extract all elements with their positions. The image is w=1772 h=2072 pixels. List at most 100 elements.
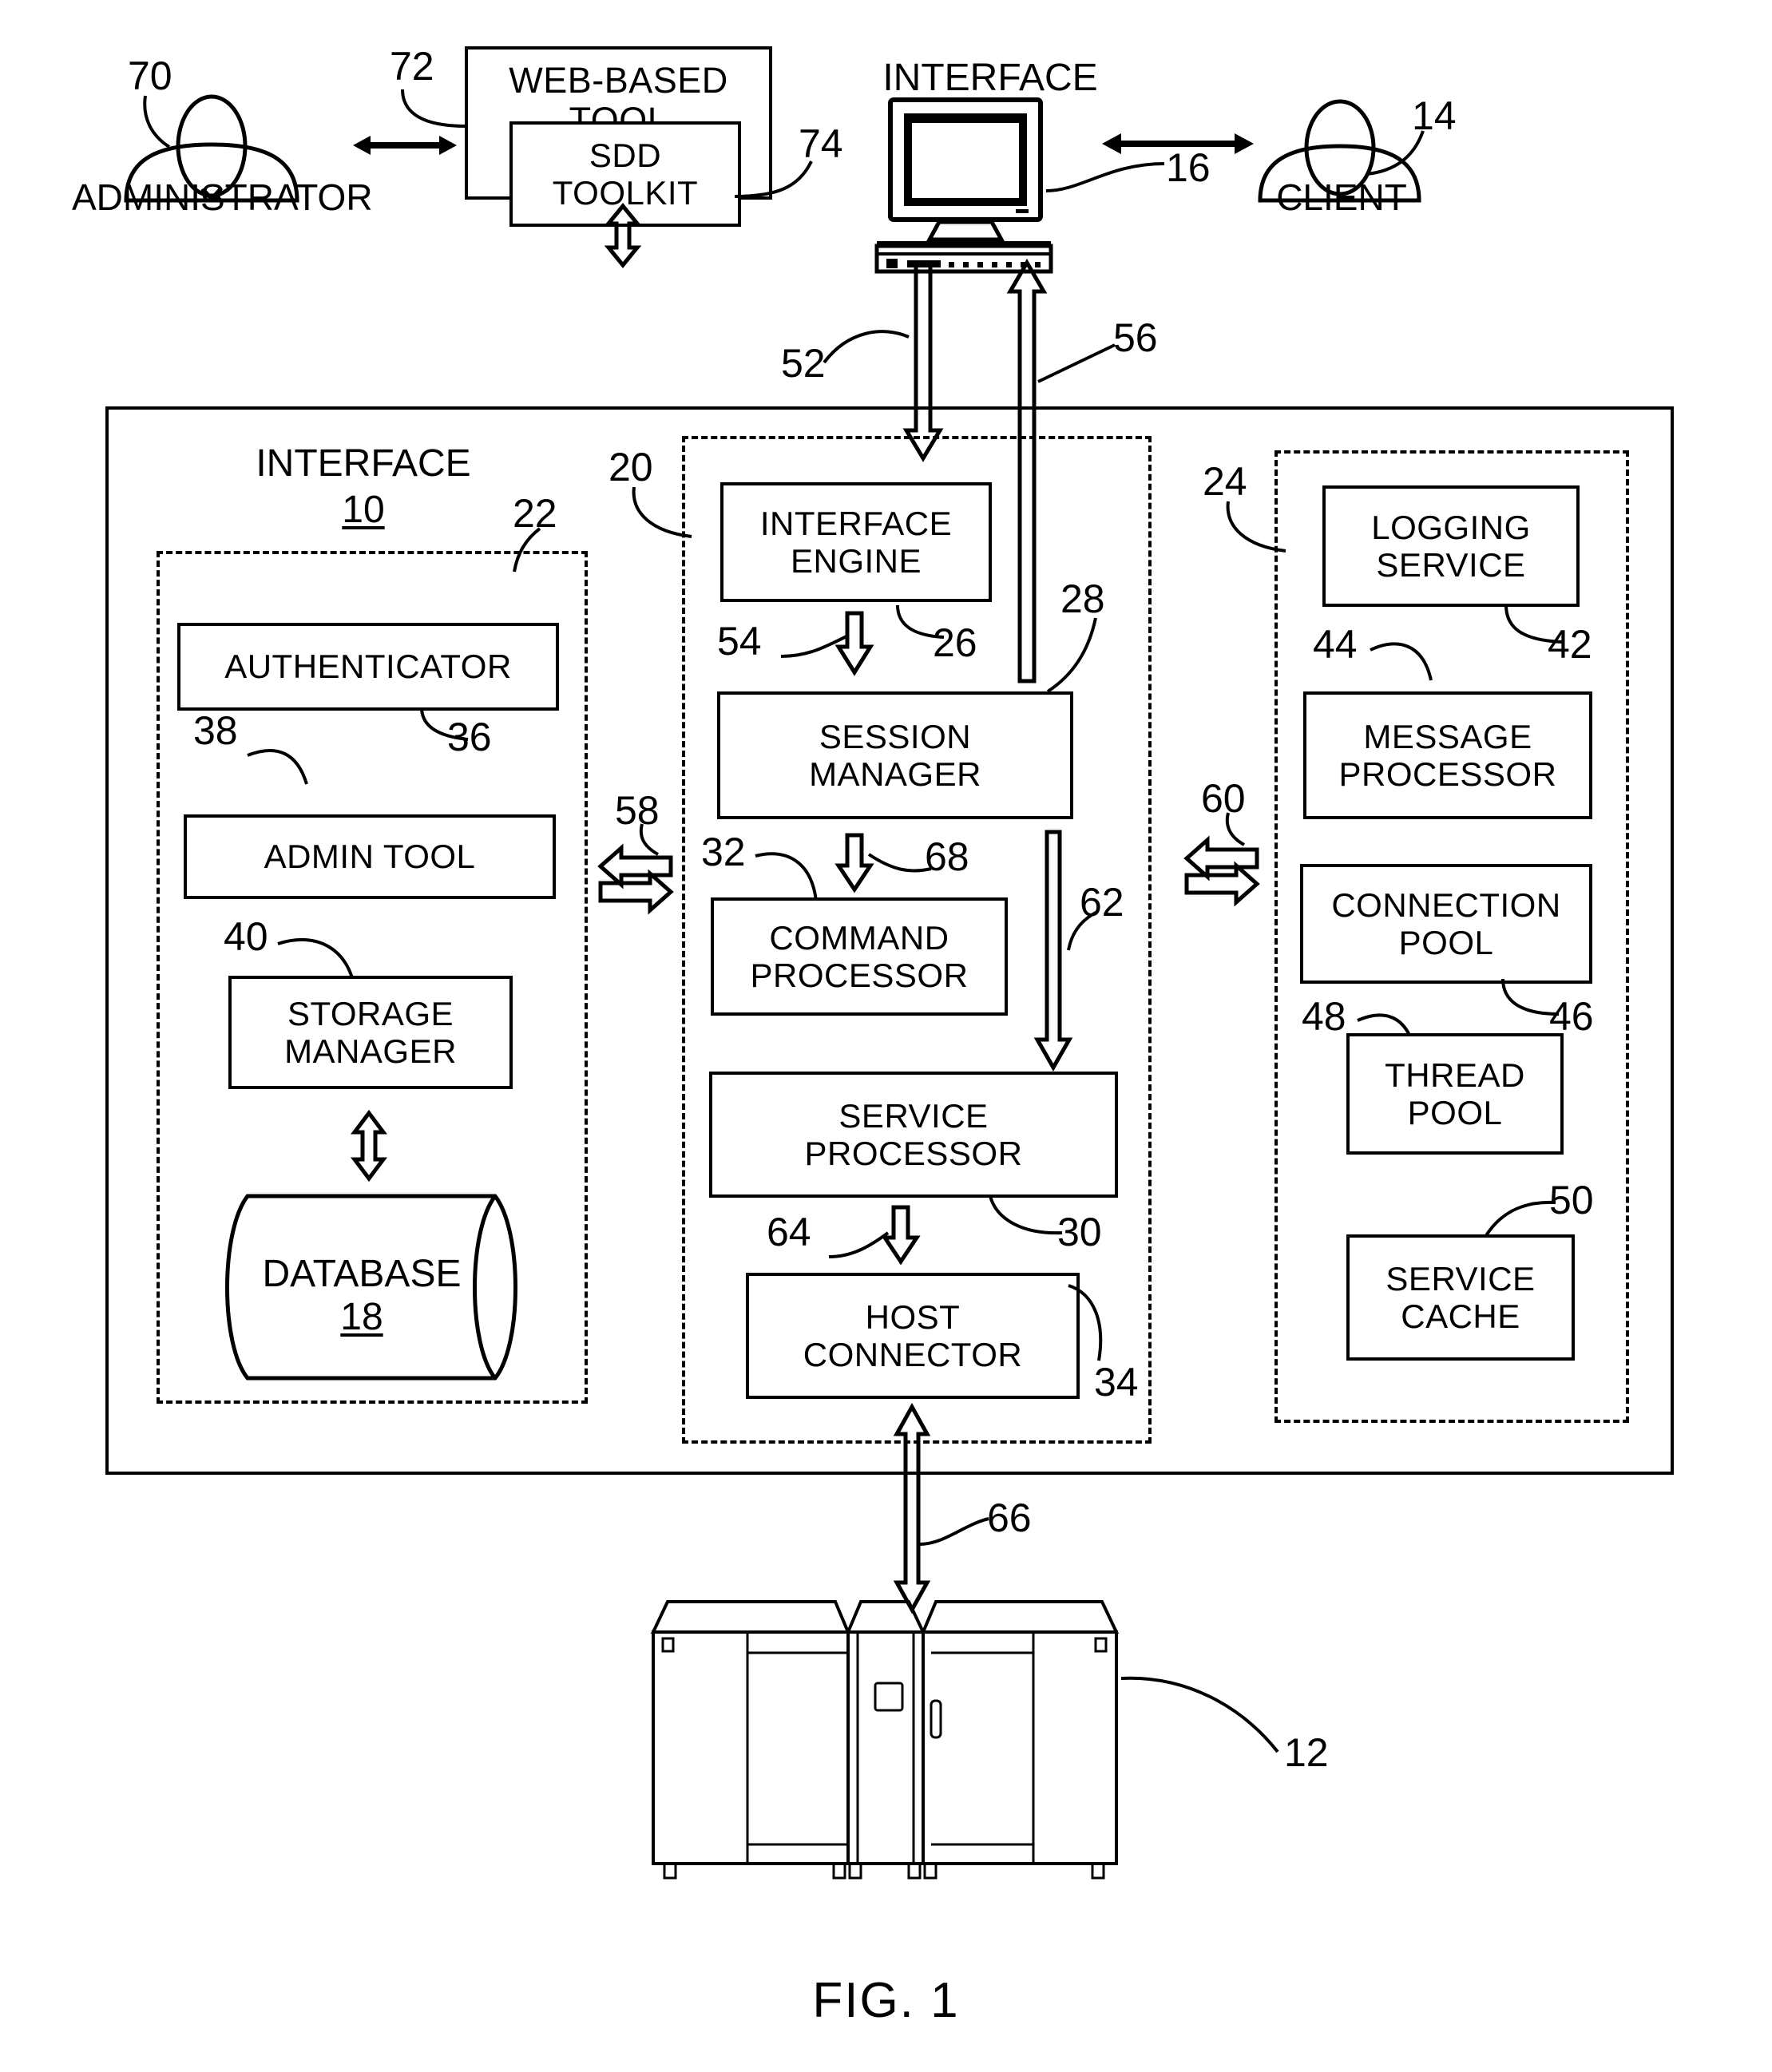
ref-56: 56 bbox=[1113, 315, 1158, 360]
command-processor-box[interactable]: COMMAND PROCESSOR bbox=[711, 897, 1008, 1016]
database-ref-18: 18 bbox=[340, 1296, 383, 1338]
ref-42-leader bbox=[1501, 604, 1565, 650]
service-processor-box[interactable]: SERVICE PROCESSOR bbox=[709, 1072, 1118, 1198]
ref-70-leader bbox=[134, 94, 190, 158]
ref-36-leader bbox=[415, 707, 471, 747]
patent-figure-page: ADMINISTRATOR 70 WEB-BASED TOOL SDD TOOL… bbox=[0, 0, 1772, 2072]
interface-engine-line2: ENGINE bbox=[790, 542, 922, 580]
ref-38: 38 bbox=[193, 708, 238, 753]
flow-66-arrow bbox=[893, 1402, 931, 1614]
ref-38-leader bbox=[247, 741, 319, 787]
flow-54-arrow bbox=[834, 611, 874, 676]
workstation-client-arrow bbox=[1102, 128, 1254, 160]
service-processor-line1: SERVICE bbox=[838, 1096, 989, 1135]
ref-12-leader bbox=[1120, 1669, 1289, 1757]
ref-48: 48 bbox=[1302, 994, 1346, 1039]
logging-service-line2: SERVICE bbox=[1376, 546, 1526, 584]
message-processor-line2: PROCESSOR bbox=[1338, 755, 1557, 793]
session-manager-box[interactable]: SESSION MANAGER bbox=[717, 691, 1073, 819]
ref-70: 70 bbox=[128, 53, 172, 98]
ref-74-leader bbox=[734, 160, 823, 200]
thread-pool-line1: THREAD bbox=[1385, 1056, 1525, 1094]
service-cache-line2: CACHE bbox=[1401, 1297, 1520, 1335]
sdd-toolkit-line1: SDD bbox=[589, 136, 662, 174]
ref-20: 20 bbox=[609, 445, 653, 489]
ref-28-leader bbox=[1046, 616, 1110, 696]
system-ref-10: 10 bbox=[342, 489, 385, 531]
ref-16-leader bbox=[1045, 156, 1166, 196]
ref-22-leader bbox=[479, 527, 543, 575]
ref-68-leader bbox=[867, 850, 933, 878]
host-connector-line1: HOST bbox=[865, 1297, 961, 1336]
ref-44: 44 bbox=[1313, 622, 1358, 667]
ref-60-leader bbox=[1223, 812, 1263, 846]
ref-40: 40 bbox=[224, 914, 268, 959]
web-tool-line1: WEB-BASED bbox=[509, 60, 728, 101]
host-connector-box[interactable]: HOST CONNECTOR bbox=[746, 1273, 1080, 1399]
ref-20-leader bbox=[631, 485, 695, 541]
ref-24-leader bbox=[1225, 500, 1289, 556]
ref-12: 12 bbox=[1284, 1730, 1329, 1775]
connection-pool-line2: POOL bbox=[1398, 924, 1494, 961]
command-processor-line1: COMMAND bbox=[769, 918, 949, 957]
message-processor-line1: MESSAGE bbox=[1363, 717, 1532, 755]
storage-manager-line2: MANAGER bbox=[284, 1032, 457, 1070]
ref-56-leader bbox=[1037, 343, 1118, 383]
ref-34: 34 bbox=[1094, 1360, 1139, 1404]
bus-60-double-arrow bbox=[1183, 835, 1260, 907]
database-label: DATABASE bbox=[262, 1253, 462, 1295]
session-manager-line2: MANAGER bbox=[809, 755, 981, 793]
mainframe-icon bbox=[639, 1597, 1126, 1908]
connection-pool-box[interactable]: CONNECTION POOL bbox=[1300, 864, 1592, 984]
ref-28: 28 bbox=[1060, 576, 1105, 621]
interface-engine-line1: INTERFACE bbox=[759, 504, 953, 542]
thread-pool-line2: POOL bbox=[1407, 1094, 1503, 1131]
flow-68-arrow bbox=[834, 833, 874, 893]
ref-64: 64 bbox=[767, 1210, 811, 1254]
storage-manager-line1: STORAGE bbox=[287, 994, 454, 1032]
ref-58-leader bbox=[637, 823, 677, 856]
ref-66: 66 bbox=[987, 1496, 1032, 1540]
admin-tool-box[interactable]: ADMIN TOOL bbox=[184, 814, 556, 899]
workstation-title: INTERFACE bbox=[882, 57, 1098, 99]
authenticator-label: AUTHENTICATOR bbox=[224, 648, 512, 686]
ref-74: 74 bbox=[799, 121, 843, 166]
ref-62-leader bbox=[1062, 910, 1110, 952]
webtool-system-arrow bbox=[604, 203, 642, 268]
ref-30-leader bbox=[985, 1195, 1065, 1241]
ref-26-leader bbox=[893, 604, 949, 645]
administrator-label: ADMINISTRATOR bbox=[72, 176, 373, 218]
system-title: INTERFACE bbox=[256, 442, 471, 485]
storage-database-arrow bbox=[351, 1109, 387, 1183]
ref-32: 32 bbox=[701, 830, 746, 874]
client-label: CLIENT bbox=[1276, 176, 1407, 218]
service-processor-line2: PROCESSOR bbox=[804, 1135, 1023, 1172]
ref-72: 72 bbox=[390, 44, 434, 89]
flow-64-arrow bbox=[881, 1205, 921, 1266]
service-cache-line1: SERVICE bbox=[1385, 1259, 1536, 1297]
authenticator-box[interactable]: AUTHENTICATOR bbox=[177, 623, 559, 711]
storage-manager-box[interactable]: STORAGE MANAGER bbox=[228, 976, 513, 1089]
ref-32-leader bbox=[755, 848, 827, 904]
figure-caption: FIG. 1 bbox=[812, 1973, 960, 2028]
ref-14-leader bbox=[1366, 129, 1439, 177]
ref-72-leader bbox=[399, 88, 471, 136]
ref-52-leader bbox=[823, 319, 912, 367]
message-processor-box[interactable]: MESSAGE PROCESSOR bbox=[1303, 691, 1592, 819]
ref-54: 54 bbox=[717, 619, 762, 664]
interface-engine-box[interactable]: INTERFACE ENGINE bbox=[720, 482, 992, 602]
ref-52: 52 bbox=[781, 341, 826, 386]
thread-pool-box[interactable]: THREAD POOL bbox=[1346, 1033, 1564, 1155]
ref-66-leader bbox=[919, 1509, 992, 1546]
host-connector-line2: CONNECTOR bbox=[803, 1336, 1023, 1373]
logging-service-box[interactable]: LOGGING SERVICE bbox=[1322, 485, 1580, 607]
ref-46-leader bbox=[1498, 978, 1562, 1022]
logging-service-line1: LOGGING bbox=[1371, 508, 1531, 546]
ref-34-leader bbox=[1067, 1284, 1115, 1364]
connection-pool-line1: CONNECTION bbox=[1331, 885, 1561, 924]
admin-tool-label: ADMIN TOOL bbox=[264, 838, 476, 876]
ref-24: 24 bbox=[1203, 459, 1247, 504]
command-processor-line2: PROCESSOR bbox=[750, 957, 969, 994]
service-cache-box[interactable]: SERVICE CACHE bbox=[1346, 1234, 1575, 1361]
session-manager-line1: SESSION bbox=[819, 717, 972, 755]
